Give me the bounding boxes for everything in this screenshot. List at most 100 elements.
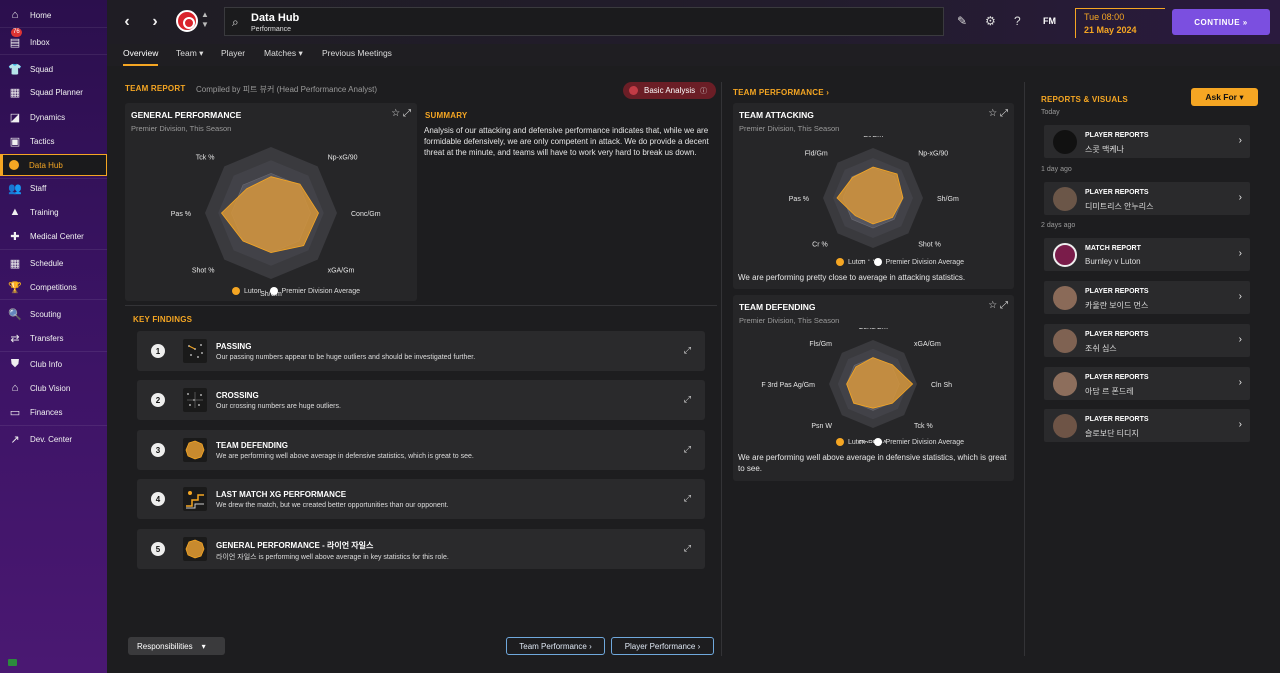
radar-axis-label: Gl/Gm [863, 136, 883, 139]
chevron-right-icon: › [589, 641, 592, 651]
defending-summary: We are performing well above average in … [738, 453, 1007, 473]
expand-icon[interactable]: ⤢ [684, 493, 691, 504]
report-item[interactable]: PLAYER REPORTS 아담 르 폰드레 › [1044, 367, 1250, 400]
sidebar-item-squad-planner[interactable]: ▦ Squad Planner [0, 81, 107, 103]
date-display[interactable]: Tue 08:00 21 May 2024 [1075, 8, 1165, 38]
sidebar-item-inbox[interactable]: ▤ 76 Inbox [0, 28, 107, 53]
tab-matches[interactable]: Matches ▾ [264, 48, 303, 66]
chevron-down-icon: ▾ [1239, 91, 1244, 102]
sidebar-item-medical-center[interactable]: ✚ Medical Center [0, 225, 107, 247]
sidebar-item-tactics[interactable]: ▣ Tactics [0, 130, 107, 152]
club-badge-icon[interactable] [176, 10, 198, 32]
forward-button[interactable]: › [145, 10, 165, 34]
expand-icon[interactable]: ⤢ [684, 394, 691, 405]
general-performance-panel: GENERAL PERFORMANCE Premier Division, Th… [125, 103, 417, 301]
star-icon[interactable]: ☆ [391, 108, 400, 119]
report-item[interactable]: PLAYER REPORTS 스콧 맥케나 › [1044, 125, 1250, 158]
report-item[interactable]: PLAYER REPORTS 조쉬 심스 › [1044, 324, 1250, 357]
player-avatar [1053, 414, 1077, 438]
finding-item[interactable]: 1 PASSING Our passing numbers appear to … [137, 331, 705, 371]
sidebar-item-training[interactable]: ▲ Training [0, 201, 107, 223]
finding-item[interactable]: 5 GENERAL PERFORMANCE - 라이언 자일스 라이언 자일스 … [137, 529, 705, 569]
transfers-icon: ⇄ [10, 332, 20, 345]
double-chevron-icon: » [1242, 17, 1248, 27]
fm-logo[interactable]: FM [1043, 16, 1056, 26]
player-performance-button[interactable]: Player Performance › [611, 637, 714, 655]
expand-icon[interactable]: ⤢ [684, 345, 691, 356]
settings-icon[interactable]: ⚙ [985, 14, 996, 28]
shirt-icon: 👕 [8, 63, 22, 76]
radar-legend: Luton Premier Division Average [836, 258, 964, 266]
expand-icon[interactable]: ⤢ [403, 108, 411, 119]
expand-icon[interactable]: ⤢ [684, 444, 691, 455]
edit-icon[interactable]: ✎ [957, 14, 967, 28]
scouting-icon: 🔍 [8, 308, 22, 321]
title-search-box[interactable]: ⌕ Data Hub Performance [224, 7, 944, 36]
expand-icon[interactable]: ⤢ [1000, 300, 1008, 311]
staff-icon: 👥 [8, 182, 22, 195]
training-icon: ▲ [9, 206, 21, 218]
basic-analysis-button[interactable]: Basic Analysis ⓘ [623, 82, 716, 99]
sidebar-item-dev-center[interactable]: ↗ Dev. Center [0, 428, 107, 450]
report-item[interactable]: MATCH REPORT Burnley v Luton › [1044, 238, 1250, 271]
report-item[interactable]: PLAYER REPORTS 카울란 보이드 먼스 › [1044, 281, 1250, 314]
radar-axis-label: Conc/Gm [858, 328, 888, 331]
finding-item[interactable]: 3 TEAM DEFENDING We are performing well … [137, 430, 705, 470]
radar-legend: Luton Premier Division Average [836, 438, 964, 446]
expand-icon[interactable]: ⤢ [1000, 108, 1008, 119]
report-item[interactable]: PLAYER REPORTS 디미트리스 안누리스 › [1044, 182, 1250, 215]
sidebar-item-data-hub[interactable]: Data Hub [0, 154, 107, 176]
tab-overview[interactable]: Overview [123, 48, 159, 66]
key-findings-title: KEY FINDINGS [133, 315, 193, 324]
player-avatar [1053, 329, 1077, 353]
tab-player[interactable]: Player [221, 48, 245, 66]
report-item[interactable]: PLAYER REPORTS 슬로보단 티디지 › [1044, 409, 1250, 442]
sidebar-item-schedule[interactable]: ▦ Schedule [0, 252, 107, 274]
club-switcher-icon[interactable]: ▲ ▼ [201, 10, 209, 30]
chevron-right-icon: › [1238, 419, 1242, 430]
calendar-icon: ▦ [9, 257, 21, 270]
continue-button[interactable]: CONTINUE » [1172, 9, 1270, 35]
team-performance-button[interactable]: Team Performance › [506, 637, 605, 655]
radar-axis-label: Psn W [811, 423, 832, 430]
sidebar-item-scouting[interactable]: 🔍 Scouting [0, 303, 107, 325]
tab-team[interactable]: Team ▾ [176, 48, 203, 66]
responsibilities-button[interactable]: Responsibilities ▾ [128, 637, 225, 655]
chevron-right-icon: › [1238, 291, 1242, 302]
average-legend-dot [269, 287, 278, 295]
player-avatar [1053, 187, 1077, 211]
sidebar-item-dynamics[interactable]: ◪ Dynamics [0, 106, 107, 128]
chevron-down-icon: ▾ [201, 641, 206, 651]
team-performance-link[interactable]: TEAM PERFORMANCE › [733, 88, 829, 97]
radar-axis-label: xGA/Gm [914, 341, 941, 348]
star-icon[interactable]: ☆ [988, 108, 997, 119]
search-icon: ⌕ [232, 15, 239, 29]
finding-item[interactable]: 2 CROSSING Our crossing numbers are huge… [137, 380, 705, 420]
shield-icon: ⛊ [10, 357, 20, 370]
radar-axis-label: xGA/Gm [328, 268, 355, 275]
compiled-by: Compiled by 피트 뷰커 (Head Performance Anal… [196, 85, 378, 94]
page-subtitle: Performance [251, 26, 292, 33]
current-date: 21 May 2024 [1084, 25, 1137, 35]
sidebar-item-staff[interactable]: 👥 Staff [0, 177, 107, 199]
radar-axis-label: F 3rd Pas Ag/Gm [761, 382, 815, 389]
radar-axis-label: Shot % [918, 241, 941, 248]
sidebar-item-club-vision[interactable]: ⌂ Club Vision [0, 377, 107, 399]
sidebar-item-competitions[interactable]: 🏆 Competitions [0, 276, 107, 298]
tab-previous-meetings[interactable]: Previous Meetings [322, 48, 392, 66]
finding-item[interactable]: 4 LAST MATCH XG PERFORMANCE We drew the … [137, 479, 705, 519]
status-indicator-icon [8, 659, 17, 666]
sidebar-item-club-info[interactable]: ⛊ Club Info [0, 353, 107, 375]
help-icon[interactable]: ? [1014, 14, 1021, 28]
sidebar-item-finances[interactable]: ▭ Finances [0, 401, 107, 423]
chevron-right-icon: › [152, 13, 158, 30]
sidebar-item-transfers[interactable]: ⇄ Transfers [0, 327, 107, 349]
radar-axis-label: Cln Sh [931, 382, 952, 389]
back-button[interactable]: ‹ [117, 10, 137, 34]
expand-icon[interactable]: ⤢ [684, 543, 691, 554]
radar-axis-label: Fld/Gm [805, 151, 828, 158]
ask-for-button[interactable]: Ask For ▾ [1191, 88, 1258, 106]
sidebar-item-squad[interactable]: 👕 Squad [0, 58, 107, 80]
sidebar-item-home[interactable]: ⌂ Home [0, 4, 107, 26]
star-icon[interactable]: ☆ [988, 300, 997, 311]
